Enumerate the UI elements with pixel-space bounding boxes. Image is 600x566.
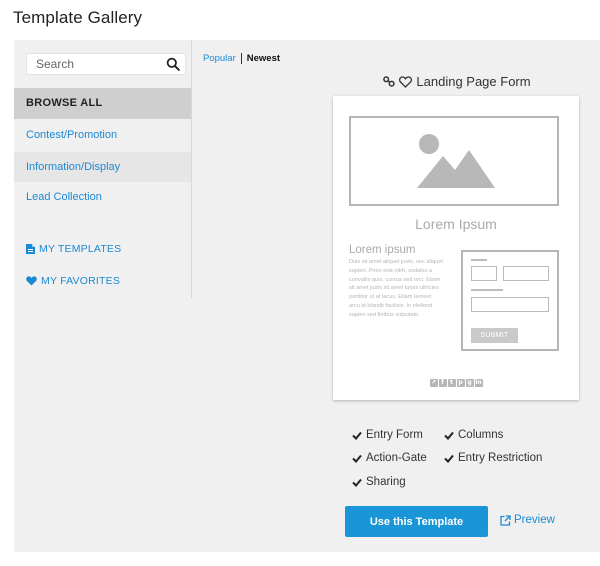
sidebar-item-label: MY FAVORITES: [41, 275, 121, 287]
sort-tabs: Popular Newest: [203, 53, 280, 64]
heart-icon: [26, 276, 37, 286]
sidebar-item-label: MY TEMPLATES: [39, 243, 122, 255]
sidebar-item-label: BROWSE ALL: [26, 97, 103, 109]
gallery-panel: BROWSE ALL Contest/Promotion Information…: [14, 40, 600, 552]
sort-newest-link[interactable]: Newest: [247, 53, 280, 64]
twitter-icon: t: [447, 379, 456, 387]
feature-label: Sharing: [366, 476, 406, 488]
feature-label: Columns: [458, 429, 504, 441]
sidebar-item-my-favorites[interactable]: MY FAVORITES: [26, 275, 120, 287]
preview-body-text: Duis sit amet aliquet justo, nec aliquet…: [349, 259, 443, 318]
preview-form: SUBMIT: [461, 250, 559, 351]
use-template-button[interactable]: Use this Template: [345, 506, 488, 537]
sidebar-item-label: Lead Collection: [26, 191, 102, 203]
feature-action-gate: Action-Gate: [352, 452, 427, 464]
preview-link[interactable]: Preview: [500, 514, 555, 526]
search-icon[interactable]: [166, 57, 180, 71]
search-input[interactable]: [27, 54, 166, 74]
feature-label: Entry Restriction: [458, 452, 543, 464]
link-icon[interactable]: [383, 76, 396, 87]
form-field-first: [471, 266, 497, 281]
google-plus-icon: g: [465, 379, 474, 387]
sidebar-item-information-display[interactable]: Information/Display: [14, 152, 191, 182]
feature-entry-restriction: Entry Restriction: [444, 452, 542, 464]
sort-popular-link[interactable]: Popular: [203, 53, 236, 64]
feature-label: Entry Form: [366, 429, 423, 441]
share-icon: ↗: [429, 379, 438, 387]
sidebar-item-label: Contest/Promotion: [26, 129, 118, 141]
search-box: [26, 53, 186, 75]
page-title: Template Gallery: [13, 8, 143, 27]
feature-columns: Columns: [444, 429, 503, 441]
linkedin-icon: in: [474, 379, 483, 387]
form-label-placeholder: [471, 289, 503, 291]
check-icon: [352, 454, 362, 463]
preview-submit-button: SUBMIT: [471, 328, 518, 343]
form-field-email: [471, 297, 549, 312]
image-icon: [417, 134, 495, 188]
template-name: Landing Page Form: [416, 74, 531, 89]
check-icon: [444, 454, 454, 463]
sidebar-item-my-templates[interactable]: MY TEMPLATES: [26, 243, 121, 255]
external-link-icon: [500, 514, 511, 526]
sidebar-item-label: Information/Display: [26, 161, 121, 173]
check-icon: [444, 431, 454, 440]
form-field-last: [503, 266, 549, 281]
sort-divider: [240, 53, 242, 64]
template-title: Landing Page Form: [334, 74, 580, 89]
preview-label: Preview: [514, 514, 555, 526]
pinterest-icon: p: [456, 379, 465, 387]
template-preview-card[interactable]: Lorem Ipsum Lorem ipsum Duis sit amet al…: [333, 96, 579, 400]
social-icons: ↗ f t p g in: [333, 379, 579, 387]
form-label-placeholder: [471, 259, 487, 261]
facebook-icon: f: [438, 379, 447, 387]
sidebar-item-lead-collection[interactable]: Lead Collection: [14, 190, 191, 204]
sidebar-item-browse-all[interactable]: BROWSE ALL: [14, 88, 191, 119]
heart-outline-icon[interactable]: [399, 75, 413, 88]
document-icon: [26, 244, 35, 254]
feature-sharing: Sharing: [352, 476, 406, 488]
check-icon: [352, 431, 362, 440]
sidebar-item-contest-promotion[interactable]: Contest/Promotion: [14, 128, 191, 142]
hero-image-placeholder: [349, 116, 559, 206]
feature-label: Action-Gate: [366, 452, 427, 464]
feature-entry-form: Entry Form: [352, 429, 423, 441]
sidebar: BROWSE ALL Contest/Promotion Information…: [14, 40, 192, 298]
preview-subheading: Lorem ipsum: [349, 244, 416, 256]
preview-heading: Lorem Ipsum: [415, 216, 497, 232]
check-icon: [352, 478, 362, 487]
